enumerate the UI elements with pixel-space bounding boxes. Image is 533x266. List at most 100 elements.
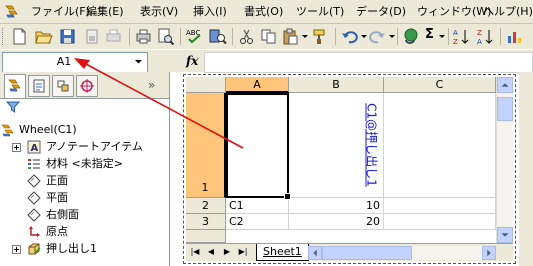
feature-manager-panel: » Wheel(C1) A アノテートアイテム 材料 <未指定> 正面 平面 右… (0, 72, 170, 266)
cell-b1-vertical-text[interactable]: C1@押し出し1 (364, 97, 380, 192)
cell-c3[interactable] (384, 214, 496, 230)
research-icon[interactable] (208, 27, 227, 46)
spelling-icon[interactable]: ABC (185, 27, 204, 46)
cell-b1-value: C1@押し出し1 (364, 102, 379, 187)
autosum-icon[interactable]: Σ (425, 27, 434, 42)
tree-label: 材料 <未指定> (46, 157, 123, 170)
row-header-1[interactable]: 1 (186, 93, 226, 198)
fill-handle[interactable] (284, 193, 291, 200)
panel-collapse-button[interactable]: » (148, 78, 155, 92)
embedded-design-table[interactable]: A B C 1 C1@押し出し1 2 C1 10 3 C2 20 |◀ ◀ ▶ … (183, 74, 516, 264)
menu-view[interactable]: 表示(V) (140, 0, 178, 24)
select-all-corner[interactable] (186, 77, 226, 93)
save-icon[interactable] (58, 27, 77, 46)
tree-label: 正面 (46, 174, 68, 187)
configuration-manager-icon (57, 80, 69, 92)
svg-text:A: A (453, 29, 458, 37)
format-painter-icon[interactable] (310, 27, 329, 46)
menu-file[interactable]: ファイル(F) (31, 0, 90, 24)
material-icon (28, 159, 40, 169)
cell-a3[interactable]: C2 (226, 214, 289, 230)
chevron-down-icon[interactable] (130, 53, 147, 70)
paste-icon[interactable] (281, 27, 300, 46)
property-manager-icon (33, 79, 45, 93)
solidworks-app-icon[interactable] (3, 3, 20, 20)
menu-bar: ファイル(F) 編集(E) 表示(V) 挿入(I) 書式(O) ツール(T) デ… (0, 0, 533, 24)
scroll-left-icon[interactable] (308, 246, 322, 260)
print-preview-icon[interactable] (156, 27, 175, 46)
permission-icon[interactable] (82, 27, 101, 46)
annotation-icon: A (27, 140, 41, 154)
tree-label: 押し出し1 (46, 242, 97, 255)
menu-data[interactable]: データ(D) (356, 0, 406, 24)
cut-icon[interactable] (237, 27, 256, 46)
new-icon[interactable] (10, 27, 29, 46)
name-box-value[interactable]: A1 (3, 53, 125, 70)
tab-property-manager[interactable] (28, 75, 50, 97)
svg-text:Z: Z (453, 38, 458, 46)
column-header-b[interactable]: B (289, 77, 384, 93)
formula-bar: A1 fx (0, 49, 533, 73)
origin-icon (29, 226, 40, 237)
cell-b2[interactable]: 10 (289, 198, 384, 214)
open-icon[interactable] (34, 27, 53, 46)
sheet-tab-sheet1[interactable]: Sheet1 (256, 244, 309, 261)
panel-tabs: » (0, 72, 169, 99)
cell-c1[interactable] (384, 93, 496, 198)
horizontal-scrollbar[interactable] (308, 246, 496, 260)
dimxpert-icon (80, 79, 94, 93)
spreadsheet-grid[interactable]: A B C 1 C1@押し出し1 2 C1 10 3 C2 20 |◀ ◀ ▶ … (186, 77, 513, 261)
horizontal-scroll-thumb[interactable] (322, 246, 412, 260)
scroll-right-icon[interactable] (482, 246, 496, 260)
cell-b3[interactable]: 20 (289, 214, 384, 230)
menu-window[interactable]: ウィンドウ(W) (417, 0, 491, 24)
vertical-scroll-thumb[interactable] (497, 97, 513, 121)
chart-wizard-icon[interactable] (505, 27, 524, 46)
svg-text:A: A (31, 143, 39, 154)
plane-icon (27, 208, 41, 222)
column-header-a[interactable]: A (226, 77, 289, 93)
tab-configuration-manager[interactable] (52, 75, 74, 97)
svg-text:A: A (477, 38, 482, 46)
insert-function-button[interactable]: fx (186, 54, 198, 68)
column-header-c[interactable]: C (384, 77, 496, 93)
menu-help[interactable]: ヘルプ(H) (483, 0, 533, 24)
expand-toggle[interactable] (12, 245, 21, 254)
svg-text:Z: Z (477, 29, 482, 37)
toolbar-grip[interactable] (2, 28, 6, 45)
vertical-scrollbar[interactable] (496, 77, 513, 243)
redo-icon[interactable] (368, 27, 387, 46)
first-sheet-button[interactable]: |◀ (188, 246, 202, 258)
hyperlink-icon[interactable] (402, 27, 421, 46)
cell-a2[interactable]: C1 (226, 198, 289, 214)
print-icon-disabled[interactable] (104, 27, 123, 46)
tab-dimxpert-manager[interactable] (76, 75, 98, 97)
scroll-down-icon[interactable] (497, 227, 513, 243)
tree-label: 平面 (46, 191, 68, 204)
active-cell-cursor[interactable] (226, 93, 291, 200)
sort-ascending-icon[interactable]: AZ (452, 27, 471, 46)
extrude-icon (28, 243, 41, 255)
menu-insert[interactable]: 挿入(I) (193, 0, 227, 24)
next-sheet-button[interactable]: ▶ (220, 246, 234, 258)
tab-feature-manager[interactable] (4, 74, 26, 98)
row-header-4[interactable] (186, 230, 226, 243)
scroll-up-icon[interactable] (497, 77, 513, 93)
last-sheet-button[interactable]: ▶| (236, 246, 250, 258)
filter-icon[interactable] (6, 100, 20, 114)
row-header-3[interactable]: 3 (186, 214, 226, 230)
print-icon[interactable] (134, 27, 153, 46)
copy-icon[interactable] (259, 27, 278, 46)
formula-input[interactable] (204, 52, 533, 73)
name-box[interactable]: A1 (2, 52, 148, 73)
cell-c2[interactable] (384, 198, 496, 214)
tree-label: 原点 (46, 225, 68, 238)
expand-toggle[interactable] (12, 143, 21, 152)
undo-icon[interactable] (340, 27, 359, 46)
menu-format[interactable]: 書式(O) (244, 0, 283, 24)
row-header-2[interactable]: 2 (186, 198, 226, 214)
menu-tools[interactable]: ツール(T) (296, 0, 344, 24)
sort-descending-icon[interactable]: ZA (476, 27, 495, 46)
menu-edit[interactable]: 編集(E) (86, 0, 124, 24)
prev-sheet-button[interactable]: ◀ (204, 246, 218, 258)
